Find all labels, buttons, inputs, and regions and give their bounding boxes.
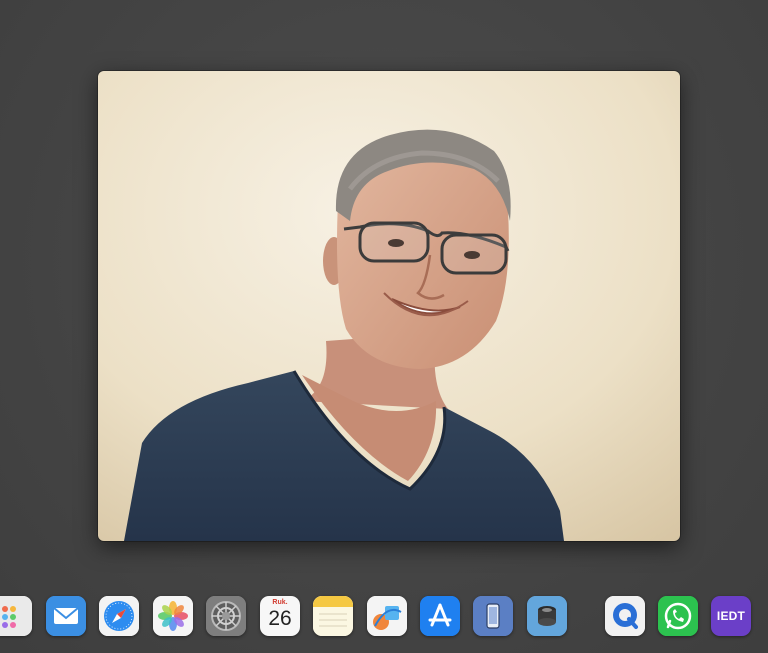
mail-icon[interactable]	[46, 596, 86, 636]
disk-utility-icon[interactable]	[527, 596, 567, 636]
system-settings-icon[interactable]	[206, 596, 246, 636]
iphone-mirroring-icon[interactable]	[473, 596, 513, 636]
portrait-photo	[98, 71, 680, 541]
photo-preview-window[interactable]	[98, 71, 680, 541]
calendar-month-label: Ruk.	[272, 599, 288, 606]
dock: Ruk. 26 IEDT	[0, 588, 768, 644]
iedt-app-label: IEDT	[716, 609, 746, 623]
freeform-icon[interactable]	[367, 596, 407, 636]
launchpad-icon[interactable]	[0, 596, 32, 636]
quicktime-icon[interactable]	[605, 596, 645, 636]
safari-icon[interactable]	[99, 596, 139, 636]
photos-icon[interactable]	[153, 596, 193, 636]
notes-icon[interactable]	[313, 596, 353, 636]
app-store-icon[interactable]	[420, 596, 460, 636]
calendar-icon[interactable]: Ruk. 26	[260, 596, 300, 636]
calendar-day-label: 26	[268, 607, 292, 630]
iedt-app-icon[interactable]: IEDT	[711, 596, 751, 636]
whatsapp-icon[interactable]	[658, 596, 698, 636]
